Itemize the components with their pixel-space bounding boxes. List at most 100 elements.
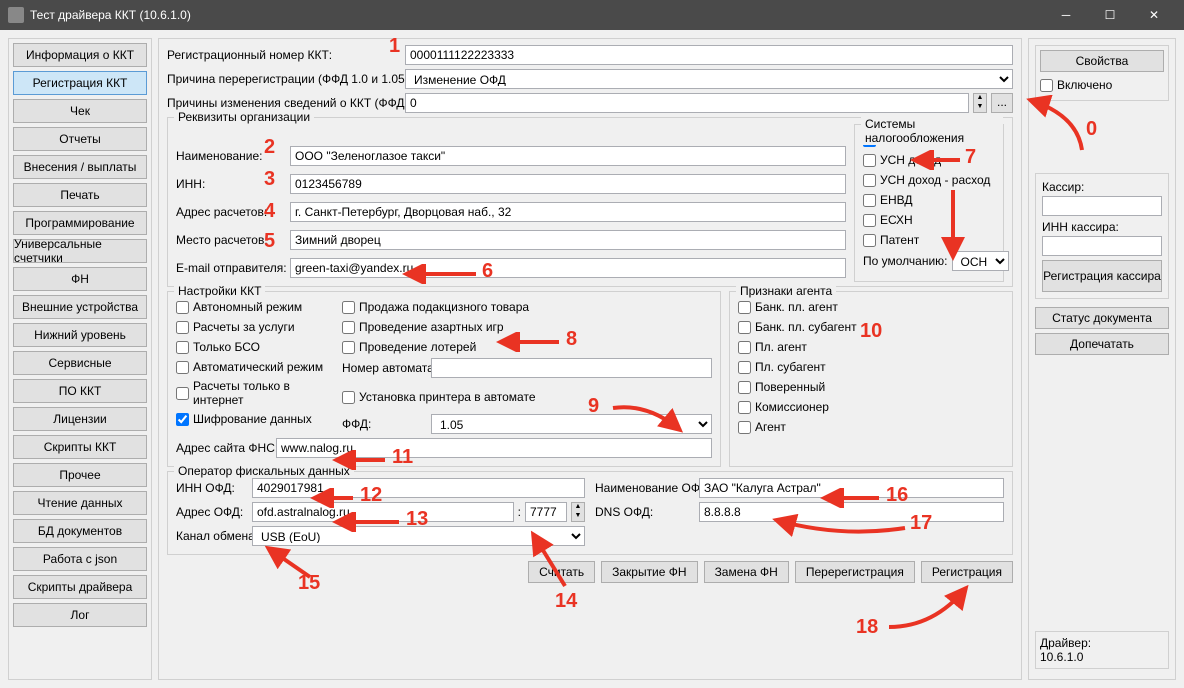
- sidebar-item-12[interactable]: ПО ККТ: [13, 379, 147, 403]
- rereg-reason-select[interactable]: Изменение ОФД: [405, 69, 1013, 89]
- change-reason-label: Причины изменения сведений о ККТ (ФФД 1.…: [167, 96, 401, 110]
- ofd-name-input[interactable]: [699, 478, 1004, 498]
- sidebar-item-1[interactable]: Регистрация ККТ: [13, 71, 147, 95]
- sidebar-item-11[interactable]: Сервисные: [13, 351, 147, 375]
- sidebar-item-2[interactable]: Чек: [13, 99, 147, 123]
- sidebar-item-8[interactable]: ФН: [13, 267, 147, 291]
- sidebar-item-15[interactable]: Прочее: [13, 463, 147, 487]
- agent-paysub-checkbox[interactable]: Пл. субагент: [738, 358, 1004, 376]
- kkt-gambling-checkbox[interactable]: Проведение азартных игр: [342, 318, 712, 336]
- sidebar-item-7[interactable]: Универсальные счетчики: [13, 239, 147, 263]
- ofd-inn-label: ИНН ОФД:: [176, 481, 248, 495]
- tax-envd-checkbox[interactable]: ЕНВД: [863, 191, 995, 209]
- org-inn-input[interactable]: [290, 174, 846, 194]
- agent-attorney-checkbox[interactable]: Поверенный: [738, 378, 1004, 396]
- reprint-button[interactable]: Допечатать: [1035, 333, 1169, 355]
- ofd-legend: Оператор фискальных данных: [174, 464, 354, 478]
- org-addr-input[interactable]: [290, 202, 846, 222]
- sidebar-item-18[interactable]: Работа с json: [13, 547, 147, 571]
- tax-patent-checkbox[interactable]: Патент: [863, 231, 995, 249]
- ofd-port-input[interactable]: [525, 502, 567, 522]
- channel-select[interactable]: USB (EoU): [252, 526, 585, 546]
- ofd-name-label: Наименование ОФД:: [595, 481, 695, 495]
- doc-status-button[interactable]: Статус документа: [1035, 307, 1169, 329]
- sidebar-item-17[interactable]: БД документов: [13, 519, 147, 543]
- sidebar: Информация о ККТ Регистрация ККТ Чек Отчеты…: [8, 38, 152, 680]
- sidebar-item-5[interactable]: Печать: [13, 183, 147, 207]
- fns-label: Адрес сайта ФНС:: [176, 441, 272, 455]
- agent-pay-checkbox[interactable]: Пл. агент: [738, 338, 1004, 356]
- reg-number-input[interactable]: [405, 45, 1013, 65]
- sidebar-item-13[interactable]: Лицензии: [13, 407, 147, 431]
- agent-legend: Признаки агента: [736, 284, 836, 298]
- org-place-input[interactable]: [290, 230, 846, 250]
- agent-bank-checkbox[interactable]: Банк. пл. агент: [738, 298, 1004, 316]
- ofd-addr-label: Адрес ОФД:: [176, 505, 248, 519]
- agent-agent-checkbox[interactable]: Агент: [738, 418, 1004, 436]
- sidebar-item-6[interactable]: Программирование: [13, 211, 147, 235]
- rereg-button[interactable]: Перерегистрация: [795, 561, 915, 583]
- ofd-dns-label: DNS ОФД:: [595, 505, 695, 519]
- minimize-button[interactable]: ─: [1044, 0, 1088, 30]
- reg-button[interactable]: Регистрация: [921, 561, 1013, 583]
- ofd-inn-input[interactable]: [252, 478, 585, 498]
- kkt-excise-checkbox[interactable]: Продажа подакцизного товара: [342, 298, 712, 316]
- ofd-addr-input[interactable]: [252, 502, 514, 522]
- cashier-inn-label: ИНН кассира:: [1042, 220, 1119, 234]
- org-name-label: Наименование:: [176, 149, 286, 163]
- enabled-checkbox[interactable]: Включено: [1040, 76, 1164, 94]
- org-email-input[interactable]: [290, 258, 846, 278]
- org-addr-label: Адрес расчетов:: [176, 205, 286, 219]
- kkt-auto-checkbox[interactable]: Автономный режим: [176, 298, 336, 316]
- sidebar-item-9[interactable]: Внешние устройства: [13, 295, 147, 319]
- org-name-input[interactable]: [290, 146, 846, 166]
- sidebar-item-19[interactable]: Скрипты драйвера: [13, 575, 147, 599]
- cashier-reg-button[interactable]: Регистрация кассира: [1042, 260, 1162, 292]
- kkt-internet-checkbox[interactable]: Расчеты только в интернет: [176, 378, 336, 408]
- sidebar-item-20[interactable]: Лог: [13, 603, 147, 627]
- kkt-services-checkbox[interactable]: Расчеты за услуги: [176, 318, 336, 336]
- change-reason-spinner[interactable]: ▲▼: [973, 93, 987, 113]
- window-title: Тест драйвера ККТ (10.6.1.0): [30, 8, 1044, 22]
- read-button[interactable]: Считать: [528, 561, 595, 583]
- close-button[interactable]: ✕: [1132, 0, 1176, 30]
- ffd-label: ФФД:: [342, 417, 427, 431]
- kkt-bso-checkbox[interactable]: Только БСО: [176, 338, 336, 356]
- kkt-lottery-checkbox[interactable]: Проведение лотерей: [342, 338, 712, 356]
- tax-legend: Системы налогообложения: [861, 117, 1003, 145]
- driver-label: Драйвер:: [1040, 636, 1164, 650]
- right-panel: Свойства Включено Кассир: ИНН кассира: Р…: [1028, 38, 1176, 680]
- tax-default-select[interactable]: ОСН: [952, 251, 1009, 271]
- tax-usn-dr-checkbox[interactable]: УСН доход - расход: [863, 171, 995, 189]
- sidebar-item-14[interactable]: Скрипты ККТ: [13, 435, 147, 459]
- main-panel: Регистрационный номер ККТ: Причина перер…: [158, 38, 1022, 680]
- ffd-select[interactable]: 1.05: [431, 414, 712, 434]
- sidebar-item-16[interactable]: Чтение данных: [13, 491, 147, 515]
- agent-banksub-checkbox[interactable]: Банк. пл. субагент: [738, 318, 1004, 336]
- kkt-automat-checkbox[interactable]: Автоматический режим: [176, 358, 336, 376]
- agent-commiss-checkbox[interactable]: Комиссионер: [738, 398, 1004, 416]
- sidebar-item-4[interactable]: Внесения / выплаты: [13, 155, 147, 179]
- cashier-inn-input[interactable]: [1042, 236, 1162, 256]
- ofd-port-spinner[interactable]: ▲▼: [571, 502, 585, 522]
- change-reason-input[interactable]: [405, 93, 969, 113]
- change-reason-more-button[interactable]: ...: [991, 93, 1013, 113]
- maximize-button[interactable]: ☐: [1088, 0, 1132, 30]
- sidebar-item-3[interactable]: Отчеты: [13, 127, 147, 151]
- props-button[interactable]: Свойства: [1040, 50, 1164, 72]
- cashier-label: Кассир:: [1042, 180, 1084, 194]
- kkt-printer-checkbox[interactable]: Установка принтера в автомате: [342, 382, 712, 412]
- tax-eshn-checkbox[interactable]: ЕСХН: [863, 211, 995, 229]
- kkt-machine-input[interactable]: [431, 358, 712, 378]
- org-inn-label: ИНН:: [176, 177, 286, 191]
- tax-usn-d-checkbox[interactable]: УСН доход: [863, 151, 995, 169]
- ofd-dns-input[interactable]: [699, 502, 1004, 522]
- fns-input[interactable]: [276, 438, 712, 458]
- close-fn-button[interactable]: Закрытие ФН: [601, 561, 697, 583]
- sidebar-item-10[interactable]: Нижний уровень: [13, 323, 147, 347]
- sidebar-item-0[interactable]: Информация о ККТ: [13, 43, 147, 67]
- cashier-input[interactable]: [1042, 196, 1162, 216]
- replace-fn-button[interactable]: Замена ФН: [704, 561, 789, 583]
- org-email-label: E-mail отправителя:: [176, 261, 286, 275]
- kkt-encrypt-checkbox[interactable]: Шифрование данных: [176, 410, 336, 428]
